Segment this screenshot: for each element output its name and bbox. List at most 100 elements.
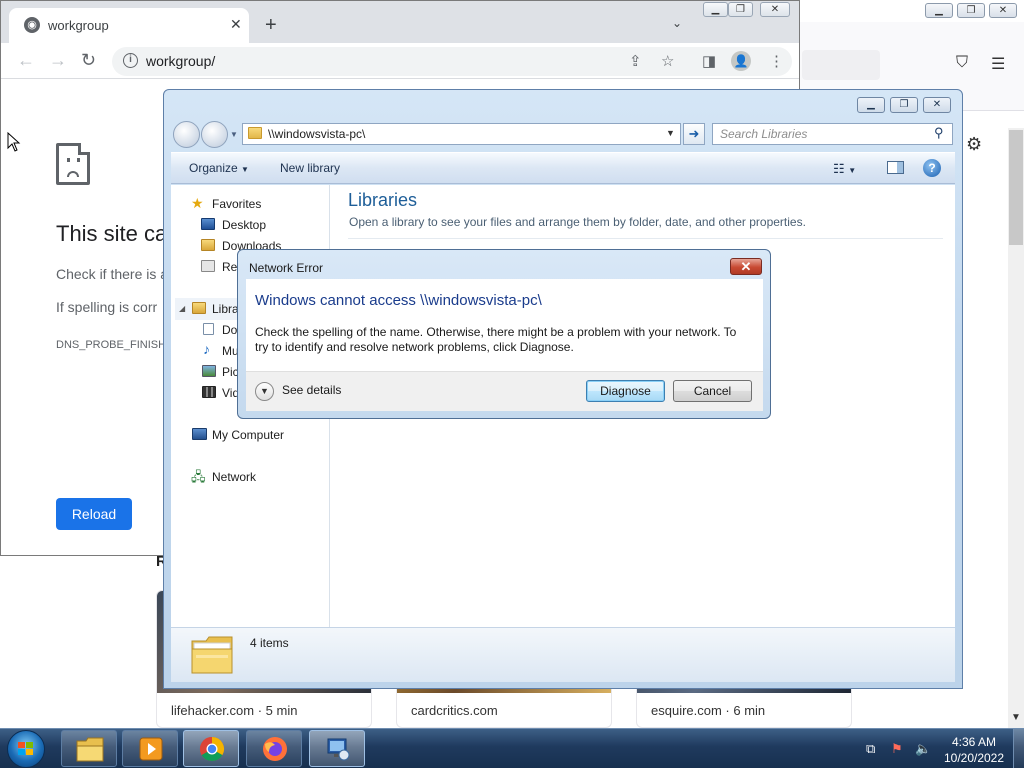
recent-pages-chevron-icon[interactable]: ▼ xyxy=(230,130,238,139)
view-options-icon[interactable]: ☷ ▼ xyxy=(833,161,856,177)
error-code: DNS_PROBE_FINISH xyxy=(56,339,167,351)
dialog-title: Network Error xyxy=(249,261,324,275)
network-diagnostics-icon xyxy=(327,738,350,761)
header-divider xyxy=(348,238,943,239)
dialog-heading: Windows cannot access \\windowsvista-pc\ xyxy=(255,292,542,309)
start-button[interactable] xyxy=(7,730,45,768)
windows-logo-icon xyxy=(18,742,34,756)
explorer-maximize-button[interactable]: ❐ xyxy=(890,97,918,113)
hamburger-menu-icon[interactable]: ☰ xyxy=(991,54,1005,74)
nav-network[interactable]: Network xyxy=(212,470,256,484)
error-suggestion-2: If spelling is corr xyxy=(56,299,158,315)
forward-icon[interactable]: → xyxy=(49,50,67,71)
cancel-button[interactable]: Cancel xyxy=(673,380,752,402)
firefox-logo-icon xyxy=(263,737,287,761)
reload-icon[interactable]: ↻ xyxy=(81,50,96,71)
chrome-tab[interactable] xyxy=(9,8,249,43)
network-icon: 🖧 xyxy=(191,469,206,484)
story-source: cardcritics.com xyxy=(411,703,498,718)
videos-icon xyxy=(202,386,216,398)
new-tab-icon[interactable]: + xyxy=(265,14,277,37)
explorer-minimize-button[interactable]: ▁ xyxy=(857,97,885,113)
forward-button[interactable] xyxy=(201,121,228,148)
taskbar-chrome[interactable] xyxy=(183,730,239,767)
firefox-scroll-thumb[interactable] xyxy=(1009,130,1023,245)
omnibox-url[interactable]: workgroup/ xyxy=(146,53,215,69)
organize-label: Organize xyxy=(189,161,238,175)
side-panel-icon[interactable]: ◨ xyxy=(702,52,716,70)
chrome-close-button[interactable]: ✕ xyxy=(760,2,790,17)
tab-close-icon[interactable]: ✕ xyxy=(230,16,242,33)
music-note-icon: ♪ xyxy=(203,341,210,357)
libraries-icon xyxy=(192,302,206,314)
back-icon[interactable]: ← xyxy=(17,50,35,71)
share-icon[interactable]: ⇪ xyxy=(629,52,642,70)
pocket-icon[interactable]: ⛉ xyxy=(956,54,968,72)
organize-chevron-icon: ▼ xyxy=(241,165,249,174)
settings-gear-icon[interactable]: ⚙ xyxy=(966,134,982,155)
dialog-close-button[interactable]: ✕ xyxy=(730,258,762,275)
taskbar-firefox[interactable] xyxy=(246,730,302,767)
profile-avatar-icon[interactable]: 👤 xyxy=(731,51,751,71)
nav-computer[interactable]: My Computer xyxy=(212,428,284,442)
address-dropdown-icon[interactable]: ▼ xyxy=(666,128,675,138)
collapse-triangle-icon[interactable]: ◢ xyxy=(179,304,185,313)
pictures-icon xyxy=(202,365,216,377)
downloads-folder-icon xyxy=(201,239,215,251)
tab-title: workgroup xyxy=(48,18,109,33)
nav-favorites[interactable]: Favorites xyxy=(212,197,261,211)
computer-icon xyxy=(192,428,207,440)
firefox-url-field[interactable] xyxy=(802,50,880,80)
media-player-icon xyxy=(139,737,163,761)
nav-libraries[interactable]: Libra xyxy=(212,302,239,316)
taskbar-media-player[interactable] xyxy=(122,730,178,767)
taskbar-network-dialog[interactable] xyxy=(309,730,365,767)
back-button[interactable] xyxy=(173,121,200,148)
chrome-menu-icon[interactable]: ⋮ xyxy=(769,52,784,70)
bookmark-star-icon[interactable]: ☆ xyxy=(661,52,674,70)
diagnose-button[interactable]: Diagnose xyxy=(586,380,665,402)
recent-places-icon xyxy=(201,260,215,272)
clock-time: 4:36 AM xyxy=(951,735,997,749)
error-suggestion-1: Check if there is a xyxy=(56,266,169,282)
tray-action-center-icon[interactable]: ⚑ xyxy=(891,741,903,757)
help-icon[interactable]: ? xyxy=(923,159,941,177)
firefox-maximize-button[interactable]: ❐ xyxy=(957,3,985,18)
nav-documents[interactable]: Do xyxy=(222,323,237,337)
preview-pane-icon[interactable] xyxy=(887,161,904,174)
info-icon[interactable]: i xyxy=(123,53,138,68)
tab-search-chevron-icon[interactable]: ⌄ xyxy=(672,16,682,30)
chrome-logo-icon xyxy=(199,737,225,762)
mouse-cursor-icon xyxy=(7,132,21,152)
taskbar-explorer[interactable] xyxy=(61,730,117,767)
organize-button[interactable]: Organize ▼ xyxy=(189,161,249,175)
address-text[interactable]: \\windowsvista-pc\ xyxy=(268,127,365,141)
dialog-message: Check the spelling of the name. Otherwis… xyxy=(255,325,737,354)
story-source: lifehacker.com · 5 min xyxy=(171,703,298,718)
folder-icon xyxy=(248,127,262,139)
firefox-close-button[interactable]: ✕ xyxy=(989,3,1017,18)
chrome-minimize-button[interactable]: ▁ xyxy=(703,2,728,17)
explorer-close-button[interactable]: ✕ xyxy=(923,97,951,113)
show-desktop-button[interactable] xyxy=(1013,729,1024,768)
chrome-maximize-button[interactable]: ❐ xyxy=(728,2,753,17)
item-count: 4 items xyxy=(250,636,289,650)
taskbar-clock[interactable]: 4:36 AM 10/20/2022 xyxy=(942,734,1006,766)
desktop-icon xyxy=(201,218,215,230)
tray-network-icon[interactable]: ⧉ xyxy=(866,741,875,757)
nav-desktop[interactable]: Desktop xyxy=(222,218,266,232)
tray-volume-icon[interactable]: 🔈 xyxy=(915,741,931,757)
favorites-star-icon: ★ xyxy=(191,195,204,211)
see-details-chevron-icon[interactable]: ▼ xyxy=(255,382,274,401)
clock-date: 10/20/2022 xyxy=(943,751,1005,765)
see-details-link[interactable]: See details xyxy=(282,383,341,397)
reload-button[interactable]: Reload xyxy=(56,498,132,530)
go-arrow-icon[interactable]: ➜ xyxy=(683,123,705,145)
new-library-button[interactable]: New library xyxy=(280,161,340,175)
search-placeholder[interactable]: Search Libraries xyxy=(720,127,807,141)
search-icon[interactable]: ⚲ xyxy=(934,125,944,141)
globe-icon: ◉ xyxy=(24,17,40,33)
firefox-minimize-button[interactable]: ▁ xyxy=(925,3,953,18)
explorer-folder-icon xyxy=(76,737,104,762)
scroll-down-icon[interactable]: ▼ xyxy=(1011,712,1021,723)
